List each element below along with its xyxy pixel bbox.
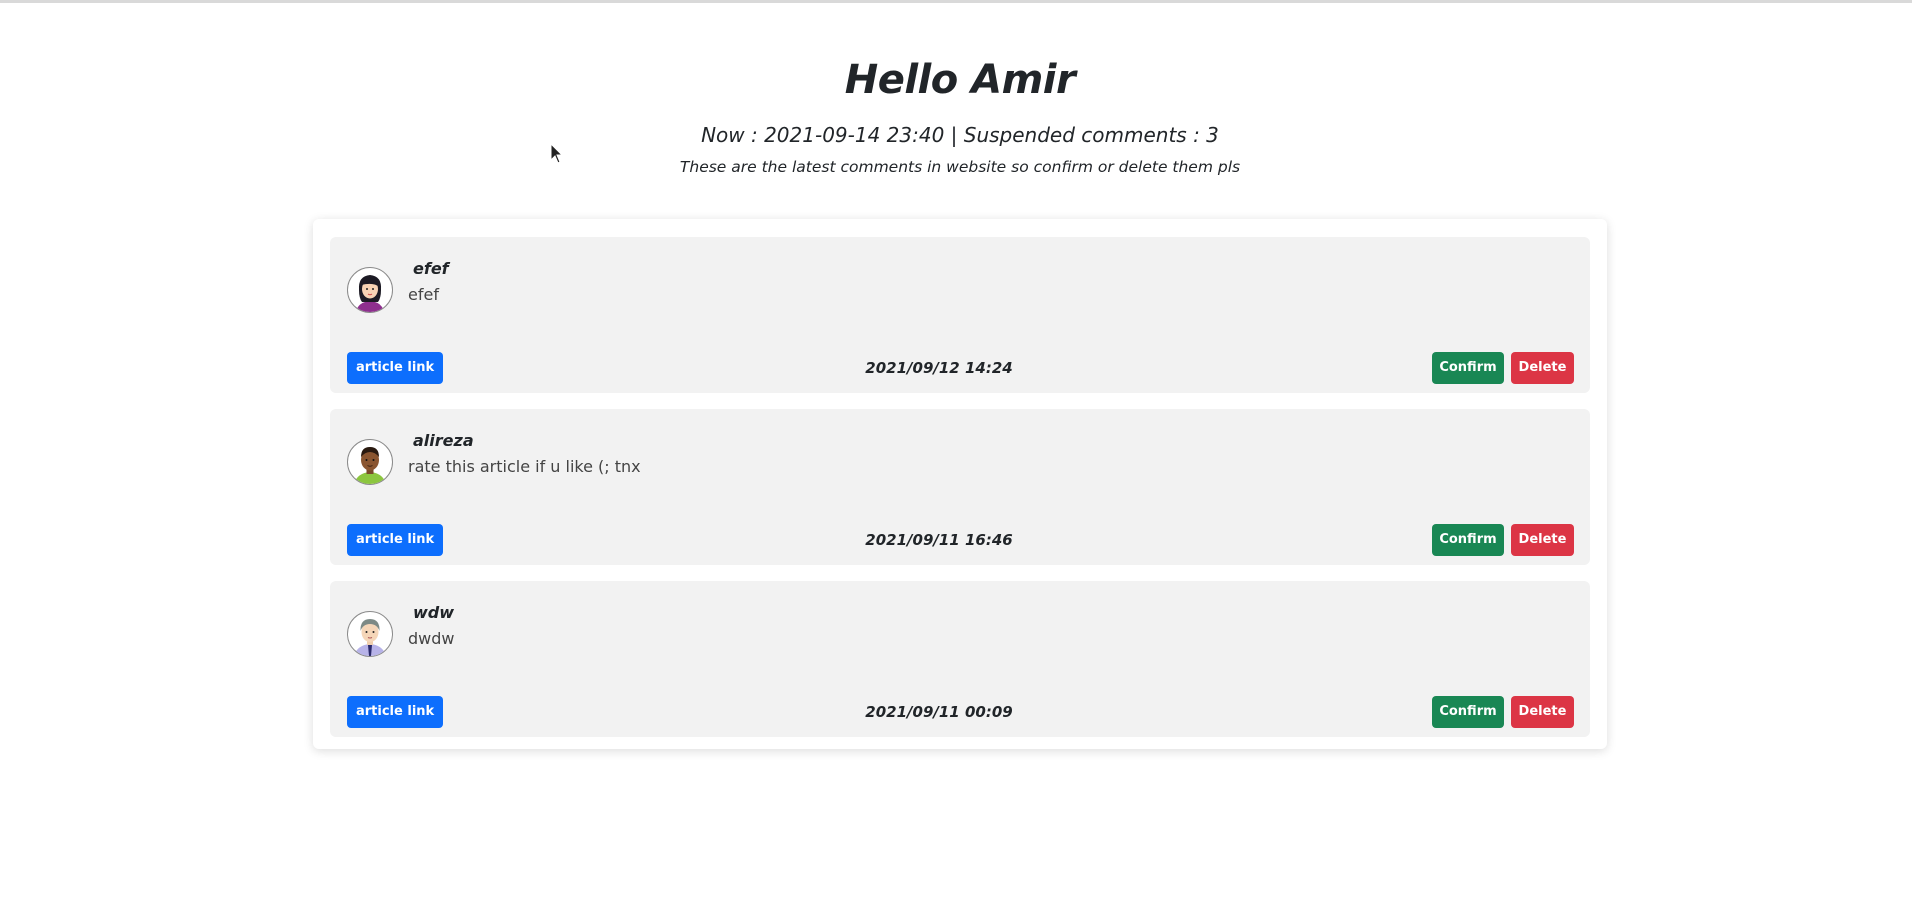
page-title: Hello Amir	[844, 57, 1076, 103]
confirm-button[interactable]: Confirm	[1432, 524, 1504, 556]
comment-date: 2021/09/12 14:24	[865, 359, 1013, 377]
top-border	[0, 0, 1912, 3]
comment-author: efef	[413, 259, 449, 278]
comment-date: 2021/09/11 16:46	[865, 531, 1013, 549]
page-header: Hello Amir Now : 2021-09-14 23:40 | Susp…	[0, 50, 1912, 179]
delete-button[interactable]: Delete	[1511, 696, 1574, 728]
comment-text: dwdw	[408, 629, 455, 648]
elder-avatar-icon	[347, 611, 393, 657]
page-description: These are the latest comments in website…	[679, 158, 1241, 176]
delete-button[interactable]: Delete	[1511, 352, 1574, 384]
confirm-button[interactable]: Confirm	[1432, 696, 1504, 728]
comment-author: alireza	[413, 431, 474, 450]
status-line: Now : 2021-09-14 23:40 | Suspended comme…	[701, 123, 1219, 147]
mouse-cursor-icon	[550, 143, 564, 164]
comment-text: rate this article if u like (; tnx	[408, 457, 641, 476]
comment-date: 2021/09/11 00:09	[865, 703, 1013, 721]
comment-text: efef	[408, 285, 439, 304]
comment-author: wdw	[413, 603, 455, 622]
confirm-button[interactable]: Confirm	[1432, 352, 1504, 384]
comment-item: efef efef article link 2021/09/12 14:24 …	[330, 237, 1590, 393]
comment-item: alireza rate this article if u like (; t…	[330, 409, 1590, 565]
male-avatar-icon	[347, 439, 393, 485]
delete-button[interactable]: Delete	[1511, 524, 1574, 556]
comment-item: wdw dwdw article link 2021/09/11 00:09 C…	[330, 581, 1590, 737]
female-avatar-icon	[347, 267, 393, 313]
comments-card: efef efef article link 2021/09/12 14:24 …	[313, 219, 1607, 749]
